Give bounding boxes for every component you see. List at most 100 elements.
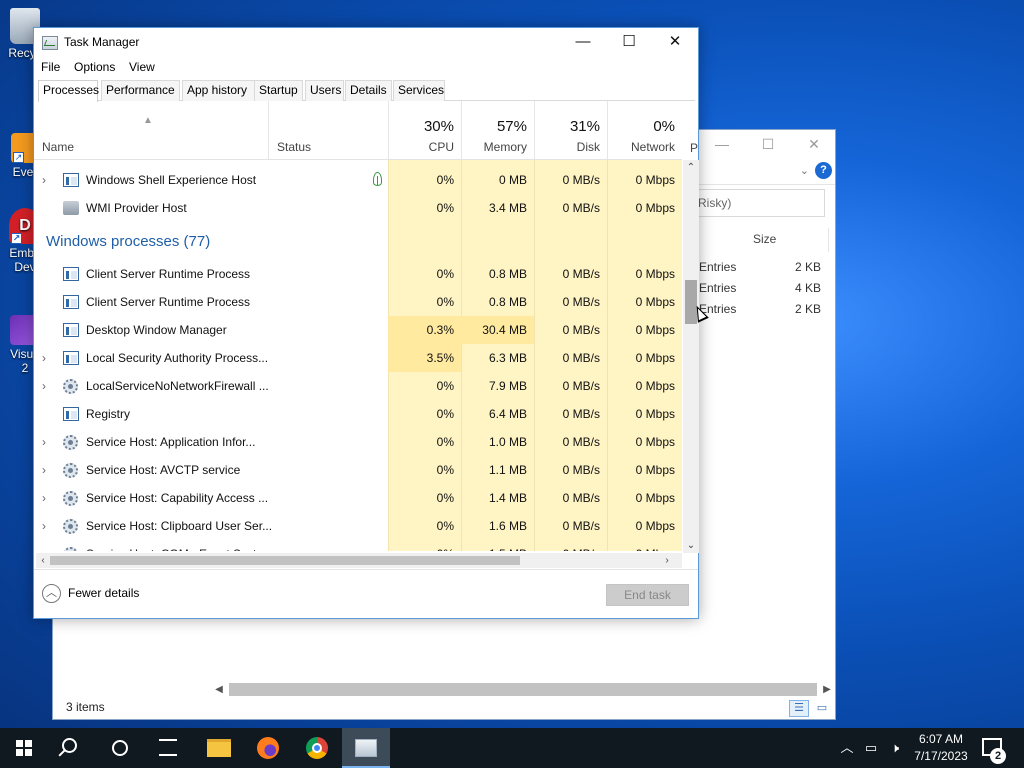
titlebar[interactable]: Task Manager — ☐ ✕ — [34, 28, 698, 58]
net-cell: 0 Mbps — [635, 267, 675, 281]
chevron-down-icon[interactable]: ⌄ — [800, 164, 809, 177]
table-row[interactable]: › Service Host: AVCTP service 0% 1.1 MB 0 MB… — [34, 456, 682, 484]
expand-chevron-icon[interactable]: › — [42, 463, 46, 477]
task-manager-window[interactable]: Task Manager — ☐ ✕ File Options View Pro… — [33, 27, 699, 619]
group-title: Windows processes (77) — [46, 233, 211, 250]
scroll-right-icon[interactable]: › — [660, 553, 674, 568]
tab-app-history[interactable]: App history — [182, 80, 255, 101]
disk-cell: 0 MB/s — [562, 201, 600, 215]
maximize-button[interactable]: ☐ — [606, 28, 652, 57]
list-item[interactable]: Entries 4 KB — [699, 281, 824, 302]
table-row[interactable]: › Windows Shell Experience Host 0% 0 MB 0 MB… — [34, 166, 682, 194]
process-name: Service Host: AVCTP service — [86, 463, 241, 477]
help-icon[interactable]: ? — [815, 162, 832, 179]
column-header-power[interactable]: P — [690, 141, 698, 155]
table-row[interactable]: WMI Provider Host 0% 3.4 MB 0 MB/s 0 Mbps — [34, 194, 682, 222]
column-header-name[interactable]: ▲ Name — [34, 101, 268, 159]
scroll-right-icon[interactable]: ▶ — [821, 681, 833, 698]
table-row[interactable]: › Service Host: Capability Access ... 0% 1.… — [34, 484, 682, 512]
column-header-size[interactable]: Size — [753, 232, 776, 246]
task-manager-app-icon — [42, 36, 58, 50]
tab-users[interactable]: Users — [305, 80, 344, 101]
disk-cell: 0 MB/s — [562, 463, 600, 477]
tab-details[interactable]: Details — [345, 80, 392, 101]
minimize-button[interactable]: — — [560, 28, 606, 57]
disk-cell: 0 MB/s — [562, 267, 600, 281]
disk-cell: 0 MB/s — [534, 540, 607, 551]
tab-startup[interactable]: Startup — [254, 80, 303, 101]
table-row[interactable]: › Local Security Authority Process... 3.5%… — [34, 344, 682, 372]
scrollbar-thumb[interactable] — [229, 683, 817, 696]
scroll-down-icon[interactable]: ⌄ — [683, 540, 699, 551]
column-header-memory[interactable]: 57% Memory — [461, 101, 534, 159]
tab-services[interactable]: Services — [393, 80, 445, 101]
table-row[interactable]: Client Server Runtime Process 0% 0.8 MB 0 M… — [34, 288, 682, 316]
table-row[interactable]: › Service Host: Application Infor... 0% 1.0… — [34, 428, 682, 456]
list-item[interactable]: Entries 2 KB — [699, 302, 824, 323]
network-total-percent: 0% — [653, 118, 675, 135]
table-row[interactable]: › Service Host: Clipboard User Ser... 0% 1.… — [34, 512, 682, 540]
table-row[interactable]: Client Server Runtime Process 0% 0.8 MB 0 M… — [34, 260, 682, 288]
vertical-scrollbar[interactable]: ⌃ ⌄ — [683, 160, 699, 553]
table-row[interactable]: Registry 0% 6.4 MB 0 MB/s 0 Mbps — [34, 400, 682, 428]
scroll-up-icon[interactable]: ⌃ — [683, 162, 699, 173]
show-hidden-icons-chevron-icon[interactable]: ︿ — [838, 728, 856, 768]
firefox-taskbar-button[interactable] — [244, 728, 292, 768]
tab-processes[interactable]: Processes — [38, 80, 99, 102]
scrollbar-thumb[interactable] — [50, 556, 520, 565]
clock[interactable]: 6:07 AM 7/17/2023 — [908, 731, 974, 765]
scroll-left-icon[interactable]: ◀ — [213, 681, 225, 698]
mem-cell: 30.4 MB — [461, 316, 534, 344]
expand-chevron-icon[interactable]: › — [42, 519, 46, 533]
table-row[interactable]: Desktop Window Manager 0.3% 30.4 MB 0 MB/s 0… — [34, 316, 682, 344]
process-list[interactable]: Windows processes (77) › Windows Shell Ex… — [34, 160, 682, 551]
chrome-taskbar-button[interactable] — [293, 728, 341, 768]
column-header-status[interactable]: Status — [268, 101, 388, 159]
net-cell: 0 Mbps — [635, 463, 675, 477]
process-name: Windows Shell Experience Host — [86, 173, 257, 187]
expand-chevron-icon[interactable]: › — [42, 379, 46, 393]
expand-chevron-icon[interactable]: › — [42, 491, 46, 505]
expand-chevron-icon[interactable]: › — [42, 547, 46, 551]
menu-view[interactable]: View — [129, 60, 155, 74]
window-title: Task Manager — [64, 35, 140, 49]
scroll-left-icon[interactable]: ‹ — [36, 553, 50, 568]
expand-chevron-icon[interactable]: › — [42, 351, 46, 365]
net-cell: 0 Mbps — [635, 351, 675, 365]
folder-icon — [207, 739, 231, 757]
task-manager-taskbar-button[interactable] — [342, 728, 390, 768]
disk-cell: 0 MB/s — [562, 323, 600, 337]
details-view-icon[interactable]: ☰ — [789, 700, 809, 717]
minimize-icon[interactable]: — — [699, 130, 745, 161]
list-item[interactable]: Entries 2 KB — [699, 260, 824, 281]
search-button[interactable] — [48, 728, 96, 768]
cpu-cell: 0.3% — [388, 316, 461, 344]
search-input[interactable]: Risky) — [693, 189, 825, 217]
table-row[interactable]: › LocalServiceNoNetworkFirewall ... 0% 7.9 … — [34, 372, 682, 400]
column-header-cpu[interactable]: 30% CPU — [388, 101, 461, 159]
cortana-button[interactable] — [96, 728, 144, 768]
expand-chevron-icon[interactable]: › — [42, 173, 46, 187]
group-header-row[interactable]: Windows processes (77) — [34, 228, 682, 256]
volume-muted-icon[interactable]: 🕨 — [884, 728, 906, 768]
tab-performance[interactable]: Performance — [101, 80, 180, 101]
start-button[interactable] — [0, 728, 48, 768]
gear-icon — [63, 547, 78, 551]
close-button[interactable]: ✕ — [652, 28, 698, 57]
column-header-disk[interactable]: 31% Disk — [534, 101, 607, 159]
table-row[interactable]: › Service Host: COM+ Event Syste... 0%1.5 … — [34, 540, 682, 551]
horizontal-scrollbar[interactable]: ‹ › — [36, 553, 682, 568]
maximize-icon[interactable]: ☐ — [745, 130, 791, 161]
close-icon[interactable]: ✕ — [791, 130, 837, 161]
task-view-button[interactable] — [144, 728, 192, 768]
end-task-button[interactable]: End task — [606, 584, 689, 606]
menu-options[interactable]: Options — [74, 60, 115, 74]
horizontal-scrollbar[interactable]: ◀ ▶ — [213, 681, 833, 698]
expand-chevron-icon[interactable]: › — [42, 435, 46, 449]
file-explorer-taskbar-button[interactable] — [195, 728, 243, 768]
taskbar: ︿ ▭ 🕨 6:07 AM 7/17/2023 2 — [0, 728, 1024, 768]
large-icons-view-icon[interactable]: ▭ — [812, 700, 832, 717]
menu-file[interactable]: File — [41, 60, 60, 74]
network-icon[interactable]: ▭ — [860, 728, 882, 768]
column-header-network[interactable]: 0% Network — [607, 101, 682, 159]
